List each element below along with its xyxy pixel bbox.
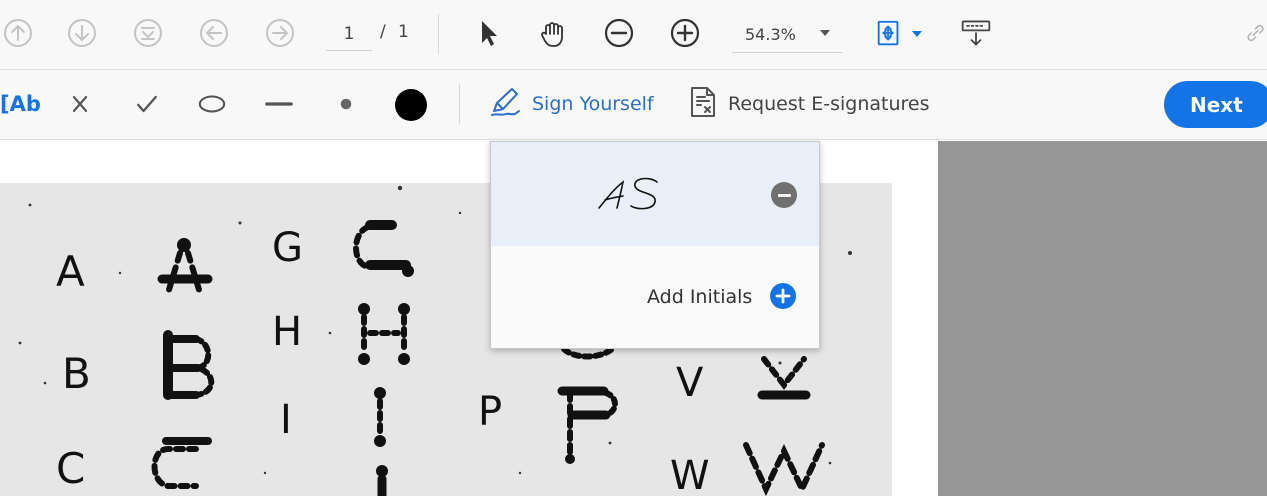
letter-a: A (56, 247, 85, 296)
scroll-down-icon[interactable] (64, 15, 100, 51)
next-page-icon[interactable] (262, 15, 298, 51)
pen-signature-icon (488, 85, 524, 123)
line-icon[interactable] (262, 88, 296, 120)
ellipse-icon[interactable] (195, 88, 229, 120)
dot-icon[interactable] (330, 88, 362, 120)
sign-yourself-label: Sign Yourself (532, 93, 654, 115)
page-total: 1 (398, 22, 409, 42)
document-signature-icon (688, 85, 718, 123)
saved-initials-item[interactable]: AS (491, 142, 819, 246)
zoom-value: 54.3% (745, 25, 796, 44)
next-button[interactable]: Next (1164, 81, 1267, 128)
request-esignatures-button[interactable]: Request E-signatures (688, 86, 929, 122)
add-text-label: [Ab (0, 92, 41, 116)
letter-b: B (62, 349, 91, 398)
fit-page-icon[interactable] (130, 15, 166, 51)
sign-yourself-menu: AS Add Initials (490, 141, 820, 349)
page-number-input[interactable]: 1 (326, 17, 372, 51)
page-view-chevron-down-icon[interactable] (912, 31, 922, 37)
scroll-up-icon[interactable] (0, 15, 36, 51)
select-arrow-icon[interactable] (470, 15, 506, 51)
letter-c: C (56, 444, 85, 493)
link-icon[interactable] (1244, 15, 1267, 51)
cross-mark-icon[interactable] (64, 88, 96, 120)
save-download-icon[interactable] (956, 15, 996, 51)
check-mark-icon[interactable] (131, 88, 163, 120)
chevron-down-icon[interactable] (820, 30, 830, 36)
page-separator: / (380, 22, 386, 42)
document-background-margin (938, 141, 1267, 496)
request-esignatures-label: Request E-signatures (728, 93, 930, 115)
letter-i: I (280, 397, 292, 443)
previous-page-icon[interactable] (196, 15, 232, 51)
toolbar-divider (438, 14, 439, 54)
plus-circle-icon (770, 283, 796, 309)
add-initials-button[interactable] (770, 283, 796, 309)
remove-initials-button[interactable] (771, 182, 797, 208)
letter-h: H (272, 309, 302, 355)
zoom-out-icon[interactable] (601, 15, 637, 51)
fill-toolbar-divider (459, 84, 460, 124)
hand-tool-icon[interactable] (535, 15, 571, 51)
zoom-in-icon[interactable] (667, 15, 703, 51)
letter-p: P (478, 389, 502, 435)
letter-v: V (676, 360, 704, 406)
letter-g: G (272, 225, 303, 271)
letter-w: W (670, 453, 710, 496)
add-text-tool[interactable]: [Ab (0, 88, 41, 120)
page-view-icon[interactable] (874, 15, 904, 51)
sign-yourself-button[interactable]: Sign Yourself (488, 86, 654, 122)
minus-icon (777, 193, 791, 197)
add-initials-label: Add Initials (647, 286, 753, 308)
initials-signature-image[interactable]: AS (595, 174, 665, 216)
color-swatch-icon[interactable] (394, 88, 428, 122)
